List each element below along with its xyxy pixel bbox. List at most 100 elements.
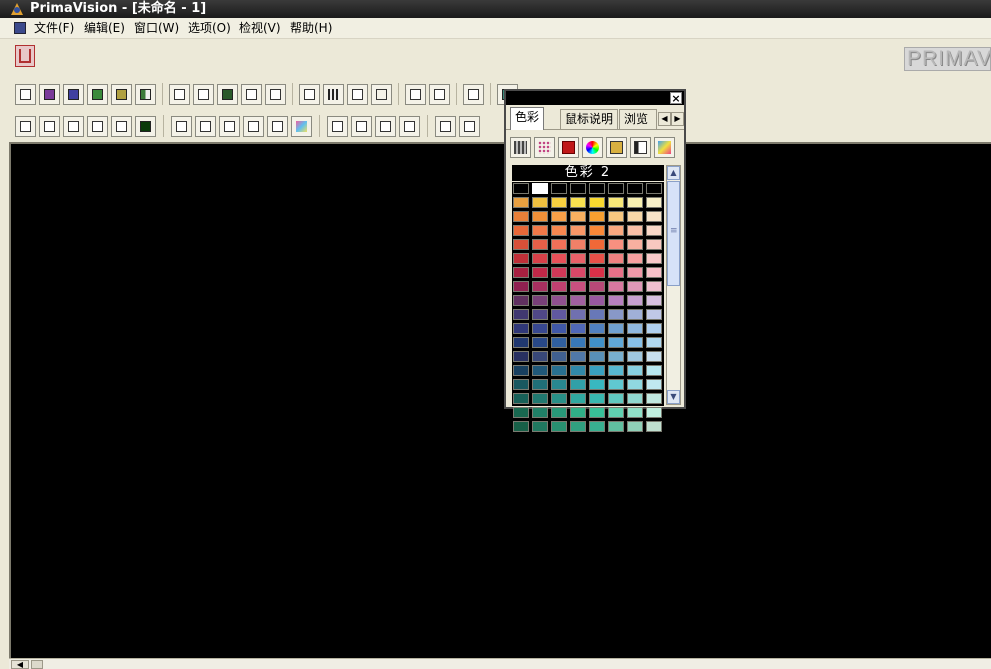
color-swatch[interactable] bbox=[513, 253, 529, 264]
color-swatch[interactable] bbox=[627, 267, 643, 278]
color-swatch[interactable] bbox=[570, 309, 586, 320]
color-swatch[interactable] bbox=[608, 267, 624, 278]
menu-view[interactable]: 检视(V) bbox=[237, 20, 283, 36]
color-swatch[interactable] bbox=[513, 211, 529, 222]
color-swatch[interactable] bbox=[532, 197, 548, 208]
color-swatch[interactable] bbox=[513, 183, 529, 194]
color-swatch[interactable] bbox=[551, 421, 567, 432]
color-swatch[interactable] bbox=[608, 211, 624, 222]
color-swatch[interactable] bbox=[627, 393, 643, 404]
color-swatch[interactable] bbox=[646, 337, 662, 348]
color-swatch[interactable] bbox=[646, 365, 662, 376]
color-swatch[interactable] bbox=[570, 267, 586, 278]
color-swatch[interactable] bbox=[608, 351, 624, 362]
color-swatch[interactable] bbox=[646, 267, 662, 278]
color-swatch[interactable] bbox=[646, 281, 662, 292]
color-swatch[interactable] bbox=[589, 211, 605, 222]
redo-button[interactable] bbox=[459, 116, 480, 137]
color-swatch[interactable] bbox=[646, 309, 662, 320]
color-swatch[interactable] bbox=[646, 295, 662, 306]
document-info-button[interactable] bbox=[241, 84, 262, 105]
color-swatch[interactable] bbox=[627, 281, 643, 292]
color-swatch[interactable] bbox=[532, 393, 548, 404]
color-swatch[interactable] bbox=[532, 211, 548, 222]
select-box-button[interactable] bbox=[405, 84, 426, 105]
stack-button[interactable] bbox=[351, 116, 372, 137]
red-swatch-button[interactable] bbox=[558, 137, 579, 158]
color-swatch[interactable] bbox=[532, 337, 548, 348]
color-swatch[interactable] bbox=[627, 365, 643, 376]
split-button[interactable] bbox=[135, 84, 156, 105]
document-list-button[interactable] bbox=[265, 84, 286, 105]
color-swatch[interactable] bbox=[570, 323, 586, 334]
color-swatch[interactable] bbox=[589, 407, 605, 418]
blank-rect-button[interactable] bbox=[371, 84, 392, 105]
color-swatch[interactable] bbox=[532, 309, 548, 320]
color-swatch[interactable] bbox=[551, 379, 567, 390]
color-swatch[interactable] bbox=[627, 309, 643, 320]
menu-help[interactable]: 帮助(H) bbox=[288, 20, 334, 36]
palette-scroll-thumb[interactable] bbox=[667, 181, 680, 286]
grid-pattern-button[interactable] bbox=[510, 137, 531, 158]
color-swatch[interactable] bbox=[608, 239, 624, 250]
book-button[interactable] bbox=[606, 137, 627, 158]
color-swatch[interactable] bbox=[513, 351, 529, 362]
lasso-button[interactable] bbox=[429, 84, 450, 105]
crop-corner-button[interactable] bbox=[299, 84, 320, 105]
color-swatch[interactable] bbox=[608, 407, 624, 418]
color-swatch[interactable] bbox=[570, 337, 586, 348]
color-swatch[interactable] bbox=[608, 379, 624, 390]
color-swatch[interactable] bbox=[589, 309, 605, 320]
color-swatch[interactable] bbox=[551, 197, 567, 208]
color-swatch[interactable] bbox=[570, 211, 586, 222]
color-swatch[interactable] bbox=[532, 183, 548, 194]
color-swatch[interactable] bbox=[589, 365, 605, 376]
color-swatch[interactable] bbox=[570, 253, 586, 264]
folder-dark-button[interactable] bbox=[217, 84, 238, 105]
color-swatch[interactable] bbox=[627, 295, 643, 306]
color-swatch[interactable] bbox=[551, 407, 567, 418]
color-swatch[interactable] bbox=[551, 253, 567, 264]
color-swatch[interactable] bbox=[627, 407, 643, 418]
color-swatch[interactable] bbox=[513, 239, 529, 250]
color-swatch[interactable] bbox=[646, 225, 662, 236]
palette-close-button[interactable]: × bbox=[670, 92, 682, 104]
color-swatch[interactable] bbox=[570, 183, 586, 194]
color-swatch[interactable] bbox=[532, 295, 548, 306]
color-swatch[interactable] bbox=[532, 323, 548, 334]
stamp-button[interactable] bbox=[219, 116, 240, 137]
pointer-edit-button[interactable] bbox=[15, 84, 36, 105]
menu-window[interactable]: 窗口(W) bbox=[132, 20, 181, 36]
color-swatch[interactable] bbox=[551, 351, 567, 362]
color-swatch[interactable] bbox=[570, 225, 586, 236]
color-swatch[interactable] bbox=[570, 379, 586, 390]
color-swatch[interactable] bbox=[608, 197, 624, 208]
color-swatch[interactable] bbox=[627, 211, 643, 222]
color-swatch[interactable] bbox=[570, 295, 586, 306]
tab-browse[interactable]: 浏览 bbox=[619, 109, 657, 129]
folder-open-button[interactable] bbox=[169, 84, 190, 105]
paint-bucket-button[interactable] bbox=[195, 116, 216, 137]
color-swatch[interactable] bbox=[513, 295, 529, 306]
color-swatch[interactable] bbox=[627, 197, 643, 208]
color-swatch[interactable] bbox=[532, 351, 548, 362]
pattern-b-button[interactable] bbox=[63, 84, 84, 105]
color-swatch[interactable] bbox=[589, 393, 605, 404]
color-swatch[interactable] bbox=[551, 323, 567, 334]
color-swatch[interactable] bbox=[570, 393, 586, 404]
color-swatch[interactable] bbox=[551, 365, 567, 376]
color-swatch[interactable] bbox=[646, 197, 662, 208]
pattern-a-button[interactable] bbox=[39, 84, 60, 105]
spectrum-button[interactable] bbox=[630, 137, 651, 158]
tab-scroll-right-button[interactable]: ▶ bbox=[671, 112, 684, 126]
color-swatch[interactable] bbox=[627, 225, 643, 236]
corner-arrow-3-button[interactable] bbox=[63, 116, 84, 137]
color-swatch[interactable] bbox=[608, 309, 624, 320]
flatten-button[interactable] bbox=[399, 116, 420, 137]
color-swatch[interactable] bbox=[513, 225, 529, 236]
color-swatch[interactable] bbox=[570, 281, 586, 292]
color-swatch[interactable] bbox=[551, 239, 567, 250]
color-swatch[interactable] bbox=[532, 281, 548, 292]
palette-scroll-down-button[interactable]: ▼ bbox=[667, 390, 680, 404]
color-swatch[interactable] bbox=[589, 421, 605, 432]
